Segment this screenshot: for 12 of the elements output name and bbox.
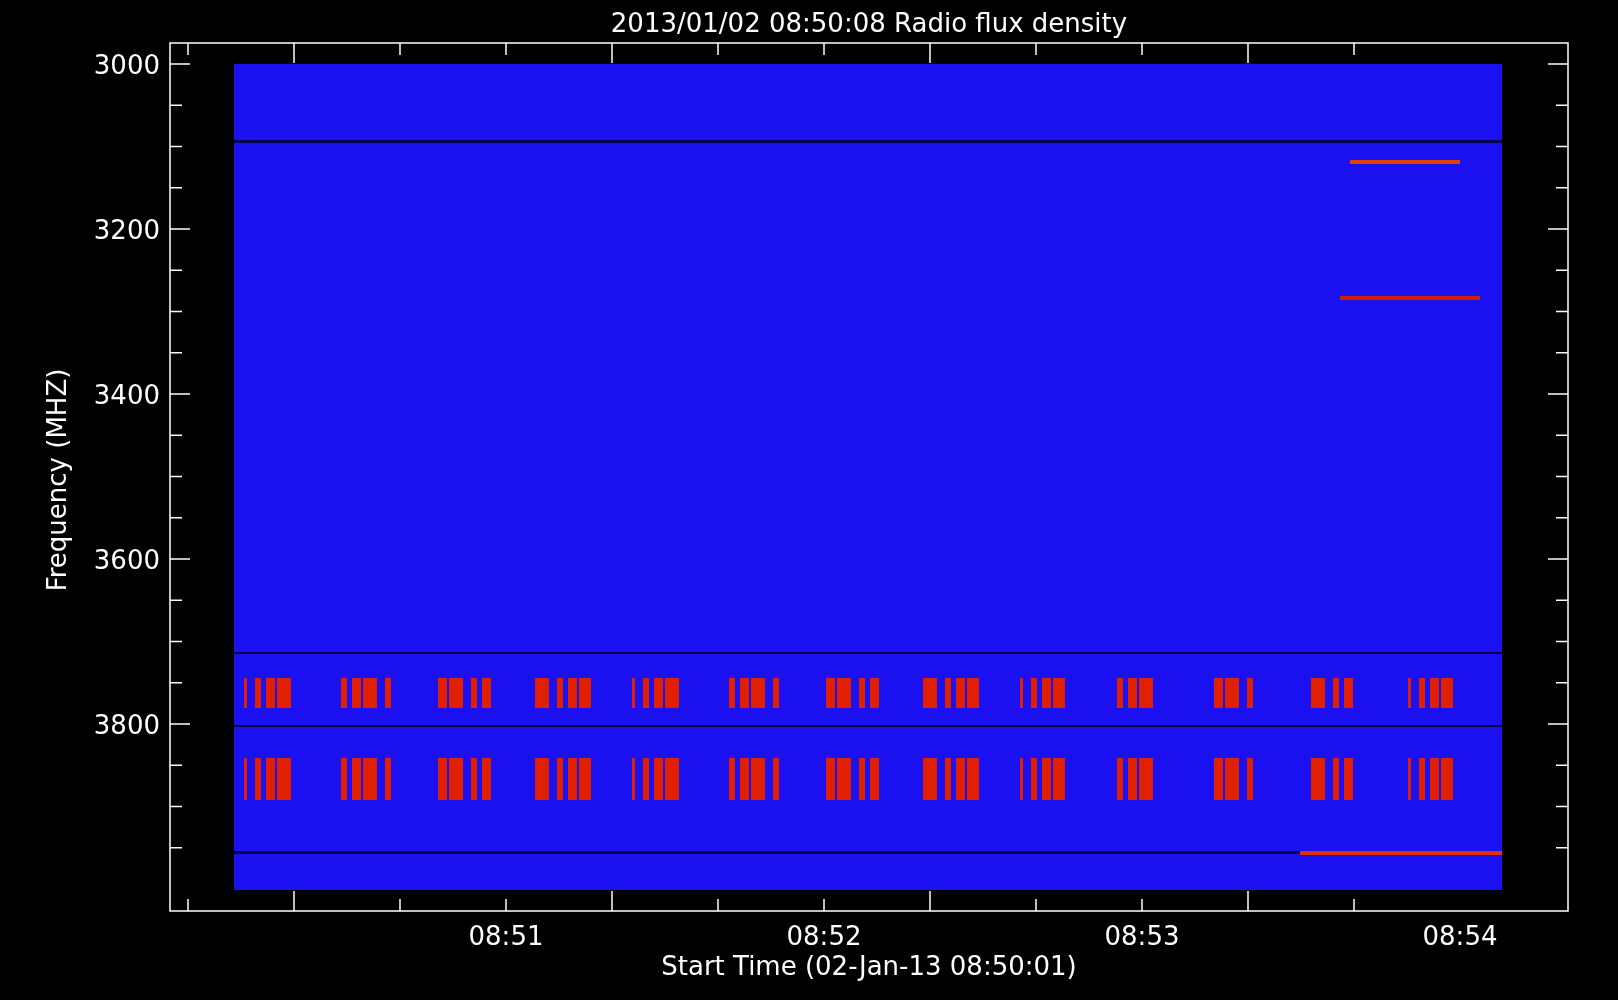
x-tick-label: 08:52 (786, 921, 862, 951)
x-tick-label: 08:54 (1422, 921, 1498, 951)
x-tick-label: 08:53 (1104, 921, 1180, 951)
y-tick-label: 3200 (93, 215, 160, 245)
y-tick-label: 3400 (93, 380, 160, 410)
plot-title: 2013/01/02 08:50:08 Radio flux density (610, 8, 1128, 38)
x-axis-label: Start Time (02-Jan-13 08:50:01) (661, 951, 1077, 981)
y-axis-label: Frequency (MHZ) (42, 368, 72, 592)
y-tick-label: 3600 (93, 545, 160, 575)
y-tick-label: 3000 (93, 50, 160, 80)
x-tick-label: 08:51 (468, 921, 544, 951)
y-tick-label: 3800 (93, 710, 160, 740)
